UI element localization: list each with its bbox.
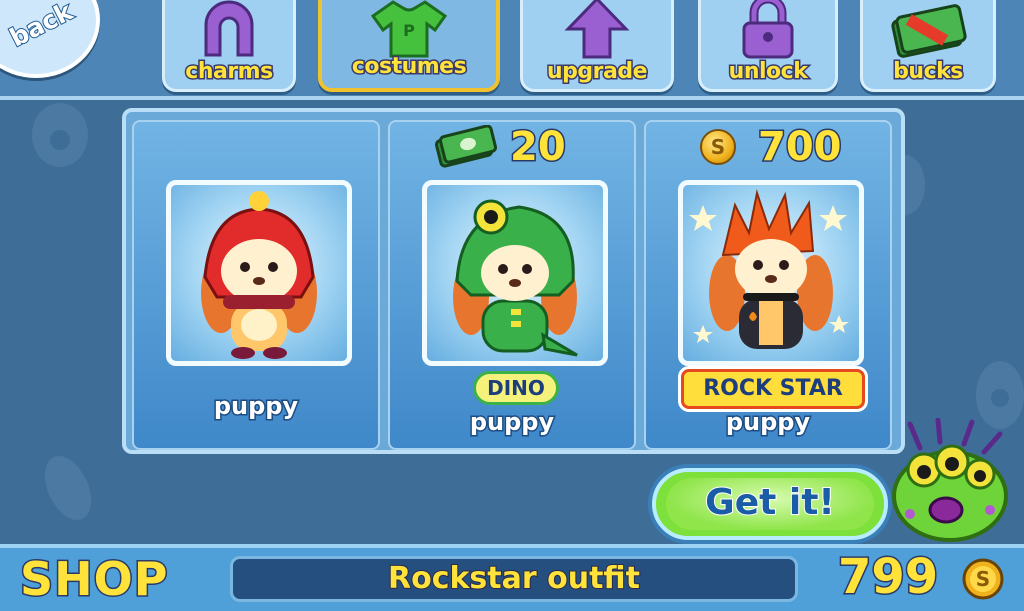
costume-card-red-hood[interactable]: puppy — [132, 120, 380, 450]
tab-upgrade[interactable]: upgrade — [520, 0, 674, 92]
bucks-icon — [434, 125, 498, 168]
coin-balance: 799 — [836, 548, 939, 607]
shirt-icon: P — [370, 0, 448, 58]
tab-costumes[interactable]: P costumes — [318, 0, 500, 92]
tab-bucks[interactable]: bucks — [860, 0, 996, 92]
puppy-red-hood-image — [201, 191, 317, 359]
pet-name: puppy — [724, 407, 811, 438]
pet-portrait — [678, 180, 864, 366]
price-dino-value: 20 — [509, 123, 568, 172]
horseshoe-icon — [204, 0, 254, 57]
get-it-label: Get it! — [704, 481, 836, 524]
monster-mascot — [892, 418, 1008, 542]
price-rockstar-value: 700 — [757, 123, 843, 172]
svg-text:P: P — [403, 21, 415, 40]
pet-name: puppy — [468, 407, 555, 438]
lock-icon — [742, 0, 794, 59]
costume-tag-dino: DINO — [473, 371, 559, 405]
costume-tag-rockstar: ROCK STAR — [681, 369, 865, 409]
tab-charms[interactable]: charms — [162, 0, 296, 92]
arrow-up-icon — [564, 0, 630, 59]
puppy-rockstar-image — [689, 189, 849, 349]
coin-icon: S — [700, 129, 736, 165]
pet-name: puppy — [212, 391, 299, 422]
price-dino: 20 — [434, 123, 568, 172]
tab-upgrade-label: upgrade — [545, 58, 649, 86]
selected-item-box: Rockstar outfit — [230, 556, 798, 602]
svg-text:S: S — [976, 567, 990, 591]
selected-item-name: Rockstar outfit — [387, 560, 641, 597]
cash-icon — [891, 4, 967, 58]
tab-unlock-label: unlock — [727, 58, 809, 86]
price-rockstar: S 700 — [700, 123, 843, 172]
pet-portrait — [422, 180, 608, 366]
tab-bucks-label: bucks — [892, 58, 965, 86]
back-label: back — [4, 0, 78, 53]
shop-title: SHOP — [18, 551, 169, 608]
pet-portrait — [166, 180, 352, 366]
coin-icon: S — [962, 558, 1004, 600]
tab-charms-label: charms — [184, 58, 275, 86]
puppy-dino-image — [453, 199, 578, 357]
tab-costumes-label: costumes — [350, 53, 468, 81]
tab-unlock[interactable]: unlock — [698, 0, 838, 92]
get-it-button[interactable]: Get it! — [652, 468, 888, 540]
